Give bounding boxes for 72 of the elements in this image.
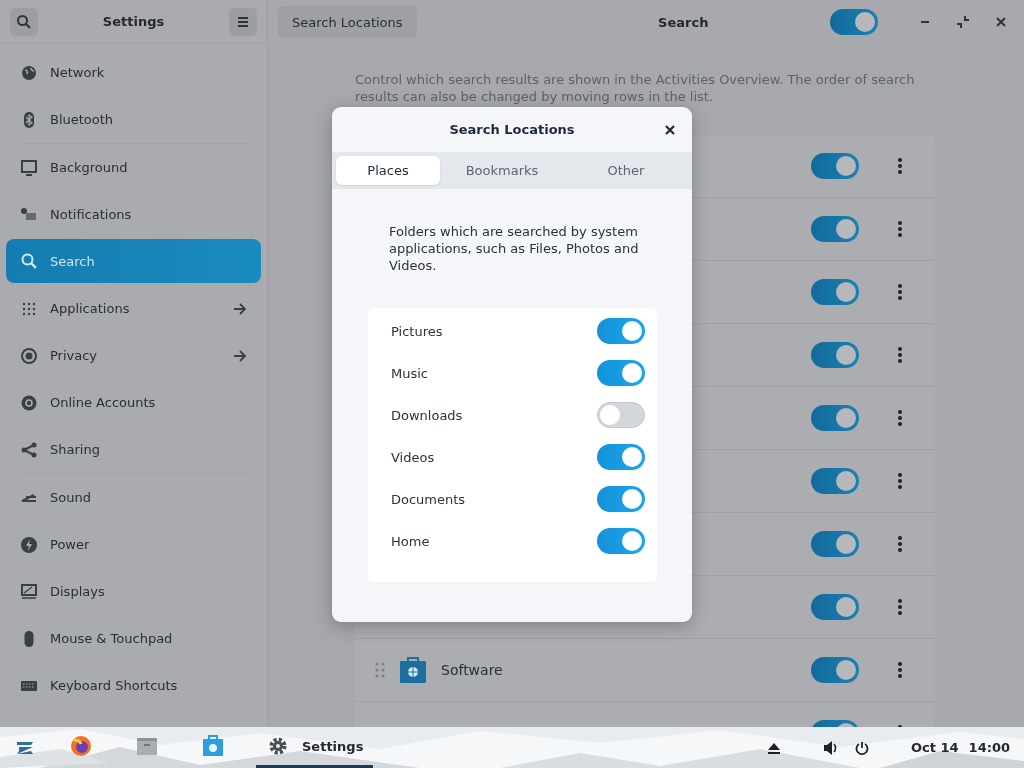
drag-handle-icon[interactable] — [375, 662, 385, 678]
monitor-icon — [20, 158, 38, 177]
location-toggle[interactable] — [597, 402, 645, 428]
page-title: Search — [657, 14, 710, 30]
more-options-icon[interactable] — [897, 157, 903, 175]
search-locations-button[interactable]: Search Locations — [278, 6, 417, 38]
clock-date[interactable]: Oct 14 — [911, 740, 959, 755]
location-toggle[interactable] — [597, 360, 645, 386]
browser-icon — [70, 735, 92, 757]
location-name: Pictures — [391, 323, 443, 339]
dialog-title: Search Locations — [449, 122, 575, 137]
tab[interactable]: Other — [564, 156, 688, 185]
sidebar-item[interactable]: Notifications — [6, 191, 261, 238]
more-options-icon[interactable] — [897, 409, 903, 427]
description-text: Control which search results are shown in the Activities Overview. The order of search results can also be changed by moving rows in the list. — [355, 71, 915, 105]
sidebar-item[interactable]: Sound — [6, 474, 261, 521]
location-toggle[interactable] — [597, 444, 645, 470]
folder-icon — [136, 735, 158, 757]
location-name: Music — [391, 365, 428, 381]
more-options-icon[interactable] — [897, 346, 903, 364]
sidebar-item[interactable]: Sharing — [6, 426, 261, 473]
more-options-icon[interactable] — [897, 598, 903, 616]
restore-icon[interactable] — [956, 15, 970, 29]
search-toggle[interactable] — [830, 9, 878, 35]
sidebar-item[interactable]: Applications — [6, 285, 261, 332]
shopping-bag-icon — [399, 656, 427, 684]
menu-button[interactable] — [229, 7, 257, 36]
dialog-description: Folders which are searched by system applications, such as Files, Photos and Videos. — [389, 223, 640, 274]
location-name: Home — [391, 533, 430, 549]
sidebar-item[interactable]: Background — [6, 144, 261, 191]
tab[interactable]: Bookmarks — [440, 156, 564, 185]
more-options-icon[interactable] — [897, 535, 903, 553]
sidebar-item[interactable]: Search — [6, 239, 261, 283]
power-icon[interactable] — [855, 740, 869, 755]
close-icon[interactable] — [994, 15, 1008, 29]
share-icon — [20, 440, 38, 459]
sidebar-item[interactable]: Power — [6, 521, 261, 568]
window-title: Settings — [102, 14, 165, 29]
close-icon[interactable] — [664, 124, 676, 136]
arrow-right-icon — [233, 301, 247, 316]
menu-icon — [237, 15, 249, 28]
more-options-icon[interactable] — [897, 661, 903, 679]
tab[interactable]: Places — [336, 156, 440, 185]
search-icon — [16, 13, 32, 30]
arrow-right-icon — [233, 348, 247, 363]
location-name: Downloads — [391, 407, 463, 423]
volume-icon[interactable] — [823, 739, 839, 756]
globe-icon — [20, 63, 38, 82]
search-button[interactable] — [10, 7, 38, 36]
provider-name: Software — [441, 662, 503, 678]
sidebar-item[interactable]: Mouse & Touchpad — [6, 615, 261, 662]
sidebar-item[interactable]: Displays — [6, 568, 261, 615]
search-icon — [20, 252, 38, 270]
location-name: Documents — [391, 491, 466, 507]
more-options-icon[interactable] — [897, 283, 903, 301]
location-name: Videos — [391, 449, 435, 465]
more-options-icon[interactable] — [897, 220, 903, 238]
sidebar-item[interactable]: Keyboard Shortcuts — [6, 662, 261, 709]
location-toggle[interactable] — [597, 486, 645, 512]
more-options-icon[interactable] — [897, 472, 903, 490]
sidebar-item[interactable]: Network — [6, 49, 261, 96]
settings-taskbar-button[interactable]: Settings — [256, 727, 374, 768]
location-toggle[interactable] — [597, 318, 645, 344]
sidebar-item[interactable]: Bluetooth — [6, 96, 261, 143]
display-icon — [20, 582, 38, 601]
location-toggle[interactable] — [597, 528, 645, 554]
lightning-icon — [20, 535, 38, 554]
sidebar-item[interactable]: Online Accounts — [6, 379, 261, 426]
gear-icon — [268, 736, 288, 756]
sidebar-item[interactable]: Privacy — [6, 332, 261, 379]
clock-time[interactable]: 14:00 — [968, 740, 1010, 755]
shopping-bag-icon — [202, 735, 224, 757]
